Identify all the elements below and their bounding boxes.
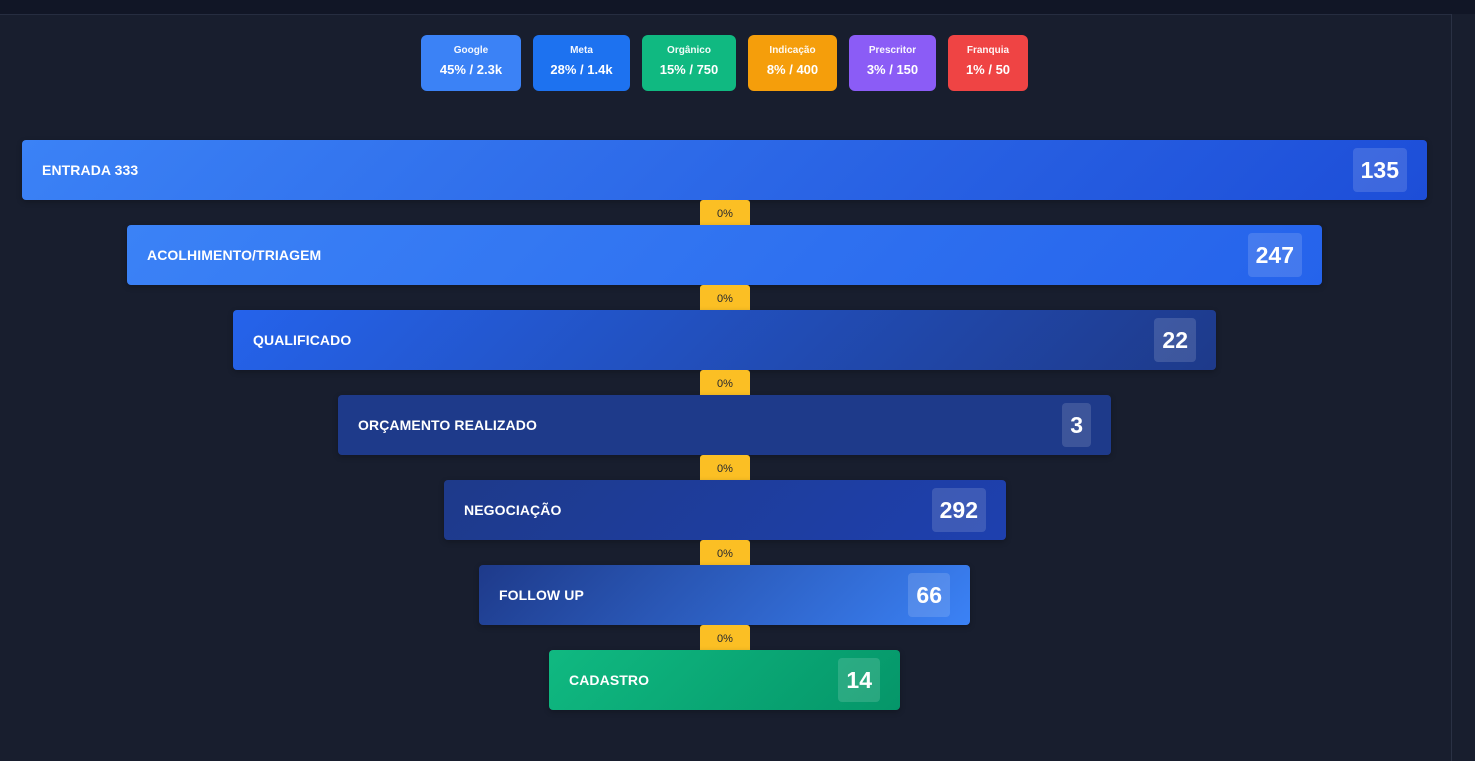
funnel-stage-qualificado[interactable]: QUALIFICADO 22 — [233, 310, 1216, 370]
stage-label: NEGOCIAÇÃO — [464, 502, 562, 518]
stage-count: 22 — [1154, 318, 1196, 362]
stage-label: ACOLHIMENTO/TRIAGEM — [147, 247, 322, 263]
funnel-stage-negociacao[interactable]: NEGOCIAÇÃO 292 — [444, 480, 1006, 540]
funnel-stage-acolhimento-triagem[interactable]: ACOLHIMENTO/TRIAGEM 247 — [127, 225, 1322, 285]
stage-count: 247 — [1247, 233, 1302, 277]
stage-label: ENTRADA 333 — [42, 162, 139, 178]
right-panel-edge — [1451, 14, 1475, 761]
funnel-dashboard: Google 45% / 2.3k Meta 28% / 1.4k Orgâni… — [0, 0, 1475, 761]
stage-count: 135 — [1352, 148, 1407, 192]
funnel: ENTRADA 333 135 0% ACOLHIMENTO/TRIAGEM 2… — [0, 0, 1451, 761]
stage-label: FOLLOW UP — [499, 587, 584, 603]
stage-count: 292 — [931, 488, 986, 532]
stage-count: 3 — [1062, 403, 1091, 447]
stage-label: QUALIFICADO — [253, 332, 352, 348]
funnel-stage-orcamento-realizado[interactable]: ORÇAMENTO REALIZADO 3 — [338, 395, 1111, 455]
stage-count: 14 — [838, 658, 880, 702]
funnel-stage-entrada[interactable]: ENTRADA 333 135 — [22, 140, 1427, 200]
stage-label: ORÇAMENTO REALIZADO — [358, 417, 537, 433]
funnel-stage-follow-up[interactable]: FOLLOW UP 66 — [479, 565, 970, 625]
stage-count: 66 — [908, 573, 950, 617]
funnel-stage-cadastro[interactable]: CADASTRO 14 — [549, 650, 900, 710]
stage-label: CADASTRO — [569, 672, 650, 688]
